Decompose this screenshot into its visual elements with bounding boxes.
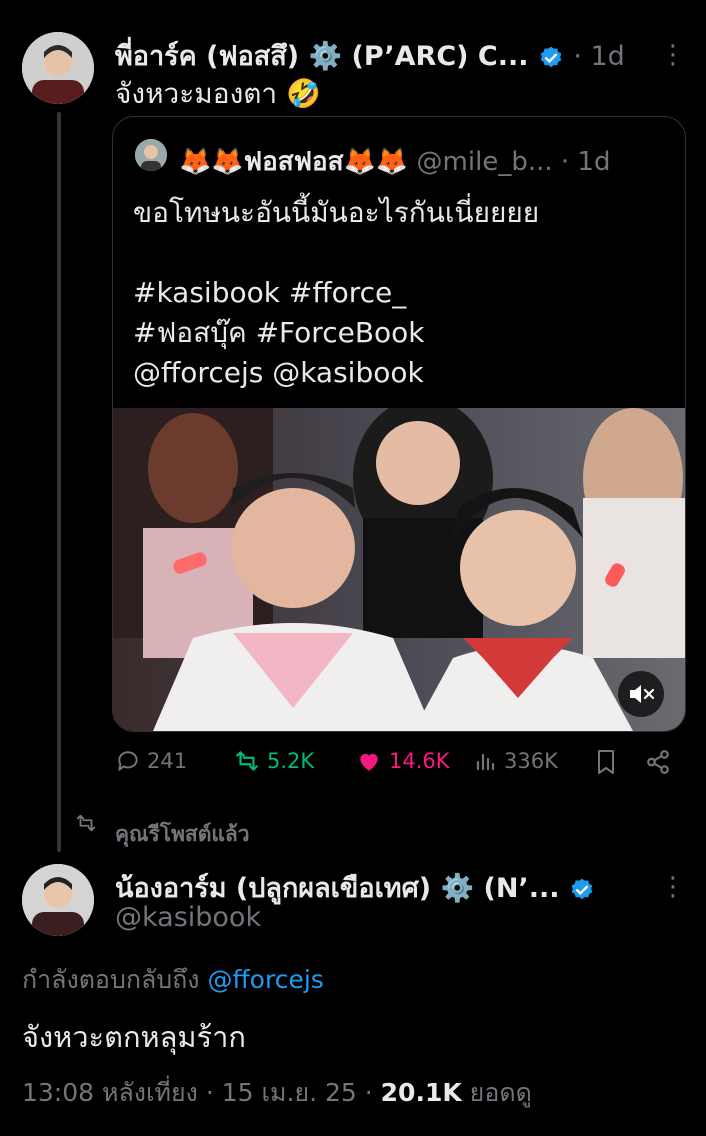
quote-line-1: ขอโทษนะอันนี้มันอะไรกันเนี่ยยยย (133, 196, 540, 229)
bookmark-icon (598, 750, 614, 774)
quote-handle: @mile_b... (416, 147, 553, 177)
repost-count: 5.2K (267, 749, 315, 773)
quote-mentions[interactable]: @fforcejs @kasibook (133, 353, 539, 393)
tweet-meta: 13:08 หลังเที่ยง · 15 เม.ย. 25 · 20.1K ย… (22, 1073, 532, 1113)
views-chart-icon (476, 753, 495, 771)
views-count: 336K (504, 749, 558, 773)
tweet-text: จังหวะมองตา 🤣 (115, 77, 321, 110)
replying-to-mention[interactable]: @fforcejs (207, 965, 323, 994)
quote-time: · 1d (560, 147, 611, 177)
more-options-icon[interactable]: ⋮ (660, 42, 686, 68)
repost-indicator-icon (74, 812, 98, 838)
quote-tweet-card[interactable]: 🦊🦊ฟอสฟอส🦊🦊 @mile_b... · 1d ขอโทษนะอันนี้… (112, 116, 686, 732)
tweet-text: จังหวะตกหลุมร้าก (22, 1020, 246, 1054)
reply-count: 241 (147, 749, 188, 773)
verified-badge-icon (571, 878, 593, 899)
reply-button[interactable]: 241 (115, 748, 187, 774)
share-icon (647, 750, 669, 774)
bookmark-button[interactable] (594, 748, 618, 780)
author-handle[interactable]: @kasibook (115, 902, 261, 933)
verified-badge-icon (540, 46, 562, 67)
repost-button[interactable]: 5.2K (233, 748, 314, 774)
author-name-text[interactable]: พี่อาร์ค (ฟอสสึ) ⚙️ (P’ARC) C... (115, 41, 529, 72)
author-name-text[interactable]: น้องอาร์ม (ปลูกผลเขือเทศ) ⚙️ (N’... (115, 873, 559, 904)
tweet-time[interactable]: · 1d (573, 41, 624, 72)
quote-media-video[interactable] (113, 408, 685, 731)
thread-line (57, 112, 61, 852)
repost-label[interactable]: คุณรีโพสต์แล้ว (115, 818, 250, 851)
share-button[interactable] (645, 748, 671, 780)
avatar[interactable] (22, 32, 94, 104)
replying-to: กำลังตอบกลับถึง @fforcejs (22, 960, 324, 1000)
repost-icon (236, 751, 258, 771)
quote-hashtags-1[interactable]: #kasibook #fforce_ (133, 273, 539, 313)
avatar[interactable] (22, 864, 94, 936)
reply-icon (118, 751, 138, 771)
quote-author: 🦊🦊ฟอสฟอส🦊🦊 (179, 147, 409, 177)
more-options-icon[interactable]: ⋮ (660, 874, 686, 900)
muted-speaker-icon (630, 685, 655, 703)
views-count: 20.1K (380, 1078, 462, 1107)
author-name[interactable]: พี่อาร์ค (ฟอสสึ) ⚙️ (P’ARC) C... · 1d (115, 34, 625, 77)
tweet-timestamp[interactable]: 13:08 หลังเที่ยง · 15 เม.ย. 25 · (22, 1078, 381, 1107)
views-label: ยอดดู (469, 1078, 532, 1107)
like-button[interactable]: 14.6K (355, 748, 450, 774)
quote-hashtags-2[interactable]: #ฟอสบุ๊ค #ForceBook (133, 313, 539, 353)
quote-text: ขอโทษนะอันนี้มันอะไรกันเนี่ยยยย #kasiboo… (133, 193, 539, 393)
mute-button[interactable] (618, 671, 664, 717)
heart-filled-icon (360, 753, 378, 771)
quote-header: 🦊🦊ฟอสฟอส🦊🦊 @mile_b... · 1d (179, 141, 610, 182)
views-button[interactable]: 336K (474, 748, 558, 774)
quote-avatar (135, 139, 167, 171)
replying-to-label: กำลังตอบกลับถึง (22, 965, 200, 994)
like-count: 14.6K (389, 749, 450, 773)
